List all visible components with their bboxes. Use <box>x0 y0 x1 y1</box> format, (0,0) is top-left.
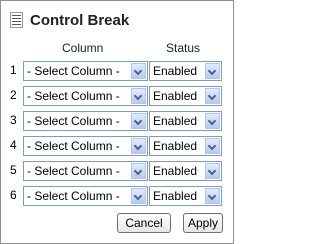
apply-button[interactable]: Apply <box>183 213 223 233</box>
row-number: 4 <box>10 138 17 152</box>
status-select-value: Enabled <box>153 64 198 78</box>
column-select-value: - Select Column - <box>27 114 120 128</box>
column-select-value: - Select Column - <box>27 189 120 203</box>
status-select[interactable]: Enabled <box>149 61 222 81</box>
status-select-value: Enabled <box>153 114 198 128</box>
column-select[interactable]: - Select Column - <box>23 61 148 81</box>
status-select[interactable]: Enabled <box>149 161 222 181</box>
control-break-panel: Control Break Column Status 1 - Select C… <box>0 0 234 244</box>
chevron-down-icon[interactable] <box>131 138 146 154</box>
row-number: 2 <box>10 88 17 102</box>
chevron-down-icon[interactable] <box>205 188 220 204</box>
column-header: Column <box>62 41 104 55</box>
column-select-value: - Select Column - <box>27 139 120 153</box>
status-select-value: Enabled <box>153 164 198 178</box>
grid-lines-icon <box>10 12 23 28</box>
column-select[interactable]: - Select Column - <box>23 111 148 131</box>
column-select-value: - Select Column - <box>27 164 120 178</box>
status-select[interactable]: Enabled <box>149 86 222 106</box>
column-select-value: - Select Column - <box>27 89 120 103</box>
column-select[interactable]: - Select Column - <box>23 86 148 106</box>
row-number: 6 <box>10 188 17 202</box>
chevron-down-icon[interactable] <box>205 63 220 79</box>
chevron-down-icon[interactable] <box>131 188 146 204</box>
row-number: 5 <box>10 163 17 177</box>
chevron-down-icon[interactable] <box>131 88 146 104</box>
status-select-value: Enabled <box>153 189 198 203</box>
cancel-button[interactable]: Cancel <box>117 213 171 233</box>
dialog-title: Control Break <box>30 12 130 29</box>
chevron-down-icon[interactable] <box>205 113 220 129</box>
column-select[interactable]: - Select Column - <box>23 136 148 156</box>
chevron-down-icon[interactable] <box>205 163 220 179</box>
column-select-value: - Select Column - <box>27 64 120 78</box>
row-number: 1 <box>10 63 17 77</box>
column-select[interactable]: - Select Column - <box>23 186 148 206</box>
chevron-down-icon[interactable] <box>205 138 220 154</box>
chevron-down-icon[interactable] <box>205 88 220 104</box>
status-select-value: Enabled <box>153 89 198 103</box>
chevron-down-icon[interactable] <box>131 163 146 179</box>
chevron-down-icon[interactable] <box>131 113 146 129</box>
row-number: 3 <box>10 113 17 127</box>
column-select[interactable]: - Select Column - <box>23 161 148 181</box>
status-header: Status <box>166 41 201 55</box>
status-select[interactable]: Enabled <box>149 111 222 131</box>
status-select[interactable]: Enabled <box>149 136 222 156</box>
chevron-down-icon[interactable] <box>131 63 146 79</box>
status-select[interactable]: Enabled <box>149 186 222 206</box>
status-select-value: Enabled <box>153 139 198 153</box>
